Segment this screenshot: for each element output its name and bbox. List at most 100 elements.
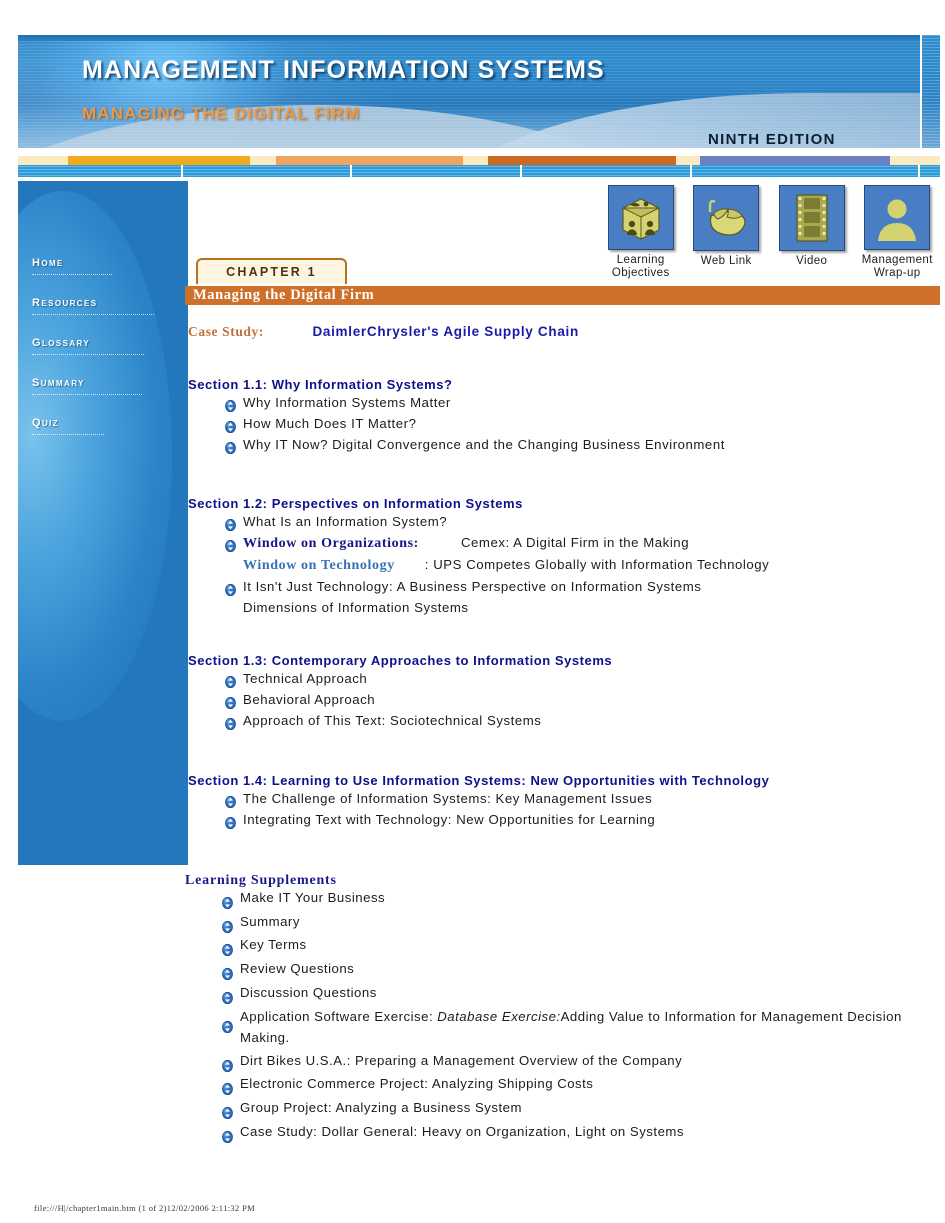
- stripe-divider-4: [690, 165, 692, 177]
- topic-link[interactable]: Technical Approach: [188, 668, 936, 689]
- section-block-3: Section 1.3: Contemporary Approaches to …: [188, 653, 936, 731]
- double-arrow-bullet-icon: [225, 673, 236, 689]
- supplement-text: Key Terms: [240, 937, 307, 953]
- stripe-divider-2: [350, 165, 352, 177]
- section-topic-list: The Challenge of Information Systems: Ke…: [188, 788, 936, 830]
- double-arrow-bullet-icon: [222, 1127, 233, 1143]
- sidebar-item-label: GLOSSARY: [32, 333, 91, 350]
- window-on-organizations-label: Window on Organizations:: [243, 536, 419, 551]
- double-arrow-bullet-icon: [225, 814, 236, 830]
- supplement-link[interactable]: Application Software Exercise: Database …: [188, 1005, 938, 1049]
- book-edition: NINTH EDITION: [708, 131, 836, 148]
- topic-link[interactable]: It Isn't Just Technology: A Business Per…: [188, 576, 936, 597]
- sidebar-item-underline: [32, 354, 144, 355]
- sidebar-item-quiz[interactable]: QUIZ: [32, 413, 104, 435]
- double-arrow-bullet-icon: [225, 715, 236, 731]
- section-block-4: Section 1.4: Learning to Use Information…: [188, 773, 936, 830]
- supplement-text: Make IT Your Business: [240, 890, 386, 905]
- double-arrow-bullet-icon: [222, 988, 233, 1004]
- sidebar-item-glossary[interactable]: GLOSSARY: [32, 333, 144, 355]
- case-study-line: Case Study: DaimlerChrysler's Agile Supp…: [188, 323, 928, 341]
- supplement-text: Electronic Commerce Project: Analyzing S…: [240, 1076, 594, 1092]
- color-bar-segment-1: [68, 156, 250, 165]
- section-topic-list: Why Information Systems Matter How Much D…: [188, 392, 936, 455]
- section-heading[interactable]: Section 1.2: Perspectives on Information…: [188, 496, 936, 511]
- double-arrow-bullet-icon: [222, 917, 233, 933]
- topic-link[interactable]: What Is an Information System?: [188, 511, 936, 532]
- double-arrow-bullet-icon: [225, 694, 236, 710]
- supplement-link[interactable]: Case Study: Dollar General: Heavy on Org…: [188, 1120, 938, 1144]
- double-arrow-bullet-icon: [222, 1056, 233, 1072]
- sidebar-item-resources[interactable]: RESOURCES: [32, 293, 154, 315]
- chapter-number-tab: CHAPTER 1: [196, 258, 347, 284]
- chapter-resource-icon-row: Learning Objectives Web Link Video Managemen…: [598, 185, 940, 280]
- banner-right-panel: [920, 35, 940, 148]
- case-study-label: Case Study:: [188, 324, 264, 339]
- supplement-link[interactable]: Make IT Your Business: [188, 886, 938, 910]
- topic-link[interactable]: Integrating Text with Technology: New Op…: [188, 809, 936, 830]
- site-banner: MANAGEMENT INFORMATION SYSTEMS MANAGING …: [18, 35, 940, 148]
- management-wrap-up-button[interactable]: Management Wrap-up: [855, 185, 941, 280]
- window-on-technology-text: : UPS Competes Globally with Information…: [424, 557, 770, 572]
- double-arrow-bullet-icon: [225, 581, 236, 597]
- supplement-text: Discussion Questions: [240, 984, 377, 1000]
- supplement-link[interactable]: Review Questions: [188, 957, 938, 981]
- supplement-text: Group Project: Analyzing a Business Syst…: [240, 1099, 522, 1115]
- window-on-technology-label: Window on Technology: [243, 558, 395, 573]
- print-footer: file:///H|/chapter1main.htm (1 of 2)12/0…: [34, 1203, 256, 1213]
- double-arrow-bullet-icon: [225, 397, 236, 413]
- case-study-link[interactable]: DaimlerChrysler's Agile Supply Chain: [312, 324, 578, 339]
- topic-link[interactable]: Window on Organizations: Cemex: A Digital…: [188, 532, 936, 554]
- supplement-link[interactable]: Discussion Questions: [188, 981, 938, 1005]
- color-bar-segment-2: [276, 156, 463, 165]
- banner-top-edge: [18, 35, 940, 41]
- supplement-link[interactable]: Electronic Commerce Project: Analyzing S…: [188, 1072, 938, 1096]
- learning-supplements-list: Make IT Your Business Summary Key Terms Rev…: [188, 886, 938, 1143]
- sidebar-item-label: RESOURCES: [32, 293, 98, 310]
- sidebar-item-home[interactable]: HOME: [32, 253, 112, 275]
- supplement-link[interactable]: Dirt Bikes U.S.A.: Preparing a Managemen…: [188, 1049, 938, 1073]
- section-heading[interactable]: Section 1.4: Learning to Use Information…: [188, 773, 936, 788]
- learning-objectives-button[interactable]: Learning Objectives: [598, 185, 684, 280]
- sidebar-item-underline: [32, 434, 104, 435]
- topic-link[interactable]: How Much Does IT Matter?: [188, 413, 936, 434]
- supplement-link[interactable]: Group Project: Analyzing a Business Syst…: [188, 1096, 938, 1120]
- topic-link[interactable]: Why IT Now? Digital Convergence and the …: [188, 434, 936, 455]
- double-arrow-bullet-icon: [225, 439, 236, 455]
- person-silhouette-icon: [864, 185, 931, 250]
- stripe-divider-1: [181, 165, 183, 177]
- sidebar-item-label: QUIZ: [32, 413, 60, 430]
- section-heading[interactable]: Section 1.1: Why Information Systems?: [188, 377, 936, 392]
- web-link-button[interactable]: Web Link: [684, 185, 770, 280]
- color-bar-segment-4: [700, 156, 890, 165]
- section-heading[interactable]: Section 1.3: Contemporary Approaches to …: [188, 653, 936, 668]
- double-arrow-bullet-icon: [222, 1018, 233, 1033]
- double-arrow-bullet-icon: [225, 537, 236, 553]
- stripe-divider-3: [520, 165, 522, 177]
- decorative-color-bar: [18, 156, 940, 165]
- chapter-title-text: Managing the Digital Firm: [193, 287, 375, 303]
- section-topic-list: What Is an Information System? Window on …: [188, 511, 936, 618]
- supplement-text: Case Study: Dollar General: Heavy on Org…: [240, 1123, 684, 1139]
- double-arrow-bullet-icon: [222, 1103, 233, 1120]
- double-arrow-bullet-icon: [222, 940, 233, 957]
- sidebar-item-underline: [32, 314, 154, 315]
- cube-with-people-icon: [607, 185, 674, 250]
- double-arrow-bullet-icon: [222, 1079, 233, 1096]
- topic-link[interactable]: Approach of This Text: Sociotechnical Sy…: [188, 710, 936, 731]
- window-on-technology-row[interactable]: Window on Technology : UPS Competes Globa…: [188, 554, 936, 576]
- textbook-chapter-page: MANAGEMENT INFORMATION SYSTEMS MANAGING …: [0, 0, 945, 1223]
- topic-link[interactable]: The Challenge of Information Systems: Ke…: [188, 788, 936, 809]
- web-link-caption: Web Link: [700, 255, 752, 267]
- topic-link[interactable]: Behavioral Approach: [188, 689, 936, 710]
- double-arrow-bullet-icon: [225, 793, 236, 809]
- sidebar-item-summary[interactable]: SUMMARY: [32, 373, 142, 395]
- supplement-link[interactable]: Key Terms: [188, 933, 938, 957]
- left-navigation-sidebar: HOME RESOURCES GLOSSARY SUMMARY QUIZ: [18, 181, 188, 865]
- sidebar-item-underline: [32, 394, 142, 395]
- section-block-1: Section 1.1: Why Information Systems? Why…: [188, 377, 936, 455]
- supplement-link[interactable]: Summary: [188, 910, 938, 934]
- topic-link[interactable]: Why Information Systems Matter: [188, 392, 936, 413]
- video-button[interactable]: Video: [769, 185, 855, 280]
- window-on-organizations-text: Cemex: A Digital Firm in the Making: [460, 535, 690, 550]
